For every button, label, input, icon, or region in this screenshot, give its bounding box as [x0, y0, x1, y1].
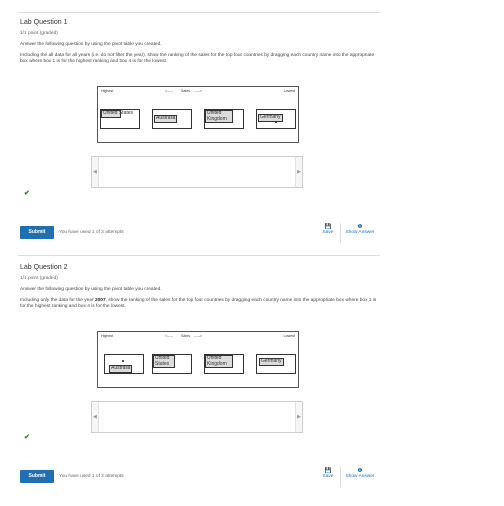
question-instruction: Answer the following question by using t…: [20, 42, 162, 47]
right-arrow-label: ----->: [194, 334, 203, 338]
submit-button[interactable]: Submit: [20, 226, 54, 239]
drag-cursor-icon: [275, 121, 277, 123]
answer-pool: [98, 402, 296, 432]
submit-button[interactable]: Submit: [20, 470, 54, 483]
question-1: Lab Question 1 1/1 point (graded) Answer…: [20, 18, 382, 65]
sales-label: Sales: [181, 89, 190, 93]
rank-box-2[interactable]: United States: [152, 354, 192, 374]
rank-box-3[interactable]: United Kingdom: [204, 354, 244, 374]
correct-check-icon: ✔: [24, 434, 30, 441]
question-title: Lab Question 1: [20, 19, 68, 26]
country-chip[interactable]: United States: [153, 355, 175, 369]
question-instruction: Answer the following question by using t…: [20, 287, 162, 292]
rank-box-1[interactable]: United States: [100, 109, 140, 129]
rank-box-3[interactable]: United Kingdom: [204, 109, 244, 129]
rank-box-1[interactable]: Australia: [104, 354, 144, 374]
country-chip[interactable]: United Kingdom: [205, 110, 233, 124]
question-divider: [18, 255, 380, 256]
country-chip[interactable]: Germany: [258, 114, 283, 122]
left-arrow-label: <-----: [165, 89, 174, 93]
right-arrow-label: ----->: [194, 89, 203, 93]
question-points: 1/1 point (graded): [20, 276, 58, 281]
answer-scroll-area[interactable]: ◀ ▶: [91, 401, 303, 433]
sales-label: Sales: [181, 334, 190, 338]
question-title: Lab Question 2: [20, 264, 68, 271]
question-points: 1/1 point (graded): [20, 31, 58, 36]
ranking-header: Highest <----- Sales -----> Lowest: [101, 89, 295, 95]
scroll-left-icon[interactable]: ◀: [93, 169, 97, 175]
question-text: Including only the data for the year 200…: [20, 298, 377, 309]
question-text: Including the all data for all years (i.…: [20, 53, 375, 64]
ranking-header: Highest <----- Sales -----> Lowest: [101, 334, 295, 340]
show-answer-button[interactable]: ❶ Show Answer: [345, 468, 375, 480]
highest-label: Highest: [101, 89, 114, 93]
highest-label: Highest: [101, 334, 114, 338]
scroll-right-icon[interactable]: ▶: [297, 414, 301, 420]
answer-pool: [98, 157, 296, 187]
scroll-left-icon[interactable]: ◀: [93, 414, 97, 420]
correct-check-icon: ✔: [24, 190, 30, 197]
ranking-drop-zone: Highest <----- Sales -----> Lowest Unite…: [97, 86, 299, 143]
save-button[interactable]: 💾 Save: [318, 468, 338, 480]
country-chip[interactable]: United States: [101, 110, 133, 118]
scroll-right-icon[interactable]: ▶: [297, 169, 301, 175]
rank-box-2[interactable]: Australia: [152, 109, 192, 129]
attempts-text: You have used 1 of 2 attempts: [59, 230, 124, 235]
lowest-label: Lowest: [283, 334, 295, 338]
lowest-label: Lowest: [283, 89, 295, 93]
show-answer-label: Show Answer: [345, 474, 375, 479]
country-chip[interactable]: Germany: [259, 358, 284, 366]
ranking-drop-zone: Highest <----- Sales -----> Lowest Austr…: [97, 331, 299, 388]
answer-scroll-area[interactable]: ◀ ▶: [91, 156, 303, 188]
top-divider: [18, 12, 380, 13]
save-label: Save: [322, 230, 334, 235]
year-highlight: 2007: [94, 298, 106, 303]
show-answer-button[interactable]: ❶ Show Answer: [345, 224, 375, 236]
show-answer-label: Show Answer: [345, 230, 375, 235]
question-2: Lab Question 2 1/1 point (graded) Answer…: [20, 263, 382, 310]
rank-box-4[interactable]: Germany: [256, 109, 296, 129]
left-arrow-label: <-----: [165, 334, 174, 338]
country-chip[interactable]: Australia: [154, 115, 178, 123]
action-divider: [340, 223, 341, 243]
drag-cursor-icon: [122, 360, 124, 362]
rank-box-4[interactable]: Germany: [256, 354, 296, 374]
action-divider: [340, 467, 341, 487]
save-label: Save: [322, 474, 334, 479]
country-chip[interactable]: United Kingdom: [205, 355, 233, 369]
country-chip[interactable]: Australia: [109, 365, 133, 373]
attempts-text: You have used 1 of 2 attempts: [59, 474, 124, 479]
save-button[interactable]: 💾 Save: [318, 224, 338, 236]
